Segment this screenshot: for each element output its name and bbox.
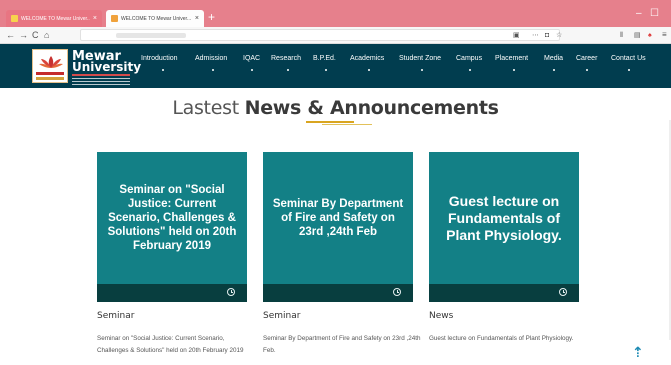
browser-toolbar: ← → C ⌂ ▣ ⋯ ◘ ☆ ⫴ ▤ ♠ ≡ <box>0 27 671 44</box>
menu-item-introduction[interactable]: Introduction <box>141 55 178 62</box>
tab-title: WELCOME TO Mewar Univer... <box>21 15 90 22</box>
menu-item-bped[interactable]: B.P.Ed. <box>313 55 336 62</box>
menu-item-academics[interactable]: Academics <box>350 55 384 62</box>
news-card-category[interactable]: Seminar <box>263 311 300 321</box>
menu-item-career[interactable]: Career <box>576 55 597 62</box>
menu-dot-icon <box>469 69 471 71</box>
news-card-footer <box>263 284 413 302</box>
section-title-light: Lastest <box>172 97 239 119</box>
scroll-to-top-icon[interactable]: ⇡ <box>632 345 644 359</box>
reload-icon[interactable]: C <box>32 29 39 41</box>
close-tab-icon[interactable]: × <box>195 15 199 22</box>
logo-wordmark: Mewar University <box>72 50 142 74</box>
overflow-icon[interactable]: ⋯ <box>532 30 539 42</box>
menu-dot-icon <box>212 69 214 71</box>
news-card-description: Seminar By Department of Fire and Safety… <box>263 335 421 354</box>
news-card-tile[interactable]: Seminar By Department of Fire and Safety… <box>263 152 413 284</box>
clock-icon <box>393 288 401 296</box>
menu-dot-icon <box>325 69 327 71</box>
favicon-icon <box>111 15 118 22</box>
favicon-icon <box>11 15 18 22</box>
extension-icon[interactable]: ♠ <box>648 30 652 42</box>
menu-dot-icon <box>553 69 555 71</box>
news-card-footer <box>429 284 579 302</box>
news-card-footer <box>97 284 247 302</box>
menu-dot-icon <box>421 69 423 71</box>
menu-dot-icon <box>162 69 164 71</box>
menu-dot-icon <box>287 69 289 71</box>
logo-tagline <box>72 74 130 87</box>
logo-emblem <box>32 49 68 83</box>
news-card-description: Guest lecture on Fundamentals of Plant P… <box>429 335 574 342</box>
lotus-logo-icon <box>39 56 63 68</box>
news-card-tile[interactable]: Guest lecture on Fundamentals of Plant P… <box>429 152 579 284</box>
section-title-bold: News & Announcements <box>244 97 499 119</box>
tab-title: WELCOME TO Mewar Univer... <box>121 15 192 22</box>
menu-dot-icon <box>251 69 253 71</box>
menu-item-research[interactable]: Research <box>271 55 301 62</box>
news-card-category[interactable]: News <box>429 311 453 321</box>
new-tab-button[interactable]: + <box>208 10 215 25</box>
home-icon[interactable]: ⌂ <box>44 29 49 41</box>
browser-tab-2[interactable]: WELCOME TO Mewar Univer... × <box>106 10 204 27</box>
clock-icon <box>227 288 235 296</box>
maximize-icon[interactable]: ☐ <box>650 8 659 19</box>
close-tab-icon[interactable]: × <box>93 15 97 22</box>
menu-item-contact-us[interactable]: Contact Us <box>611 55 646 62</box>
title-underline <box>306 121 354 123</box>
forward-icon[interactable]: → <box>19 29 28 41</box>
menu-item-campus[interactable]: Campus <box>456 55 482 62</box>
news-card-tile-text: Guest lecture on Fundamentals of Plant P… <box>446 192 562 243</box>
menu-item-admission[interactable]: Admission <box>195 55 227 62</box>
menu-dot-icon <box>513 69 515 71</box>
sidebar-icon[interactable]: ▤ <box>634 30 641 42</box>
university-logo[interactable]: Mewar University <box>30 47 141 87</box>
browser-tab-strip: WELCOME TO Mewar Univer... × WELCOME TO … <box>0 0 671 27</box>
news-card-description: Seminar on "Social Justice: Current Scen… <box>97 335 244 354</box>
news-card-tile-text: Seminar on "Social Justice: Current Scen… <box>107 184 237 252</box>
pocket-icon[interactable]: ◘ <box>545 30 549 42</box>
reader-icon[interactable]: ▣ <box>513 30 520 42</box>
address-bar[interactable] <box>80 29 560 41</box>
site-navbar: Mewar University Introduction Admission … <box>0 44 671 88</box>
title-underline-secondary <box>322 124 372 125</box>
news-card-tile[interactable]: Seminar on "Social Justice: Current Scen… <box>97 152 247 284</box>
library-icon[interactable]: ⫴ <box>620 30 623 42</box>
menu-dot-icon <box>586 69 588 71</box>
menu-dot-icon <box>628 69 630 71</box>
clock-icon <box>559 288 567 296</box>
bookmark-star-icon[interactable]: ☆ <box>556 30 562 42</box>
news-card-category[interactable]: Seminar <box>97 311 134 321</box>
logo-line-2: University <box>72 60 142 74</box>
browser-tab-1[interactable]: WELCOME TO Mewar Univer... × <box>6 10 102 27</box>
hamburger-menu-icon[interactable]: ≡ <box>662 29 667 41</box>
menu-item-placement[interactable]: Placement <box>495 55 528 62</box>
back-icon[interactable]: ← <box>6 29 15 41</box>
menu-item-student-zone[interactable]: Student Zone <box>399 55 441 62</box>
menu-item-media[interactable]: Media <box>544 55 563 62</box>
url-text <box>116 33 186 38</box>
menu-item-iqac[interactable]: IQAC <box>243 55 260 62</box>
menu-dot-icon <box>368 69 370 71</box>
section-title: Lastest News & Announcements <box>0 97 671 119</box>
minimize-icon[interactable]: – <box>636 8 642 19</box>
news-card-tile-text: Seminar By Department of Fire and Safety… <box>272 198 404 238</box>
